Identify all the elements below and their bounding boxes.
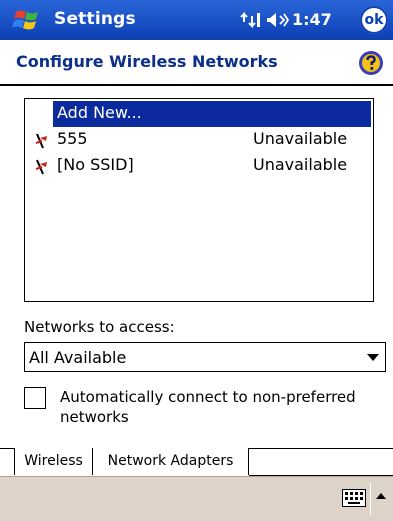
network-status: Unavailable [253, 155, 348, 174]
connectivity-icon[interactable] [240, 10, 262, 30]
network-name: 555 [57, 129, 88, 148]
network-name: [No SSID] [57, 155, 134, 174]
networks-to-access-label: Networks to access: [24, 318, 175, 336]
ok-button[interactable]: ok [360, 6, 388, 34]
keyboard-icon[interactable] [342, 489, 366, 507]
help-icon[interactable] [358, 50, 384, 76]
unavailable-network-icon [35, 133, 47, 149]
networks-to-access-dropdown[interactable]: All Available [24, 342, 386, 372]
unavailable-network-icon [35, 159, 47, 175]
list-item[interactable]: [No SSID] Unavailable [25, 153, 373, 179]
wireless-network-list[interactable]: Add New... 555 Unavailable [No SSID] Una… [24, 98, 374, 302]
input-panel-arrow-icon[interactable] [376, 493, 386, 499]
auto-connect-checkbox[interactable] [24, 387, 46, 409]
page-header: Configure Wireless Networks [0, 40, 393, 86]
network-status: Unavailable [253, 129, 348, 148]
clock[interactable]: 1:47 [292, 10, 332, 29]
divider [370, 483, 371, 515]
network-name: Add New... [57, 103, 142, 122]
tab-network-adapters[interactable]: Network Adapters [93, 448, 249, 475]
title-bar: Settings 1:47 ok [0, 0, 393, 40]
chevron-down-icon[interactable] [367, 354, 379, 361]
list-item[interactable]: 555 Unavailable [25, 127, 373, 153]
app-title: Settings [54, 9, 136, 29]
windows-start-icon[interactable] [12, 6, 42, 34]
auto-connect-label[interactable]: Automatically connect to non-preferred n… [60, 387, 380, 427]
command-bar [0, 476, 393, 521]
list-item[interactable]: Add New... [25, 101, 373, 127]
dropdown-selected-value: All Available [29, 348, 127, 367]
page-title: Configure Wireless Networks [16, 52, 278, 71]
volume-icon[interactable] [266, 10, 290, 30]
tab-wireless[interactable]: Wireless [14, 448, 93, 475]
